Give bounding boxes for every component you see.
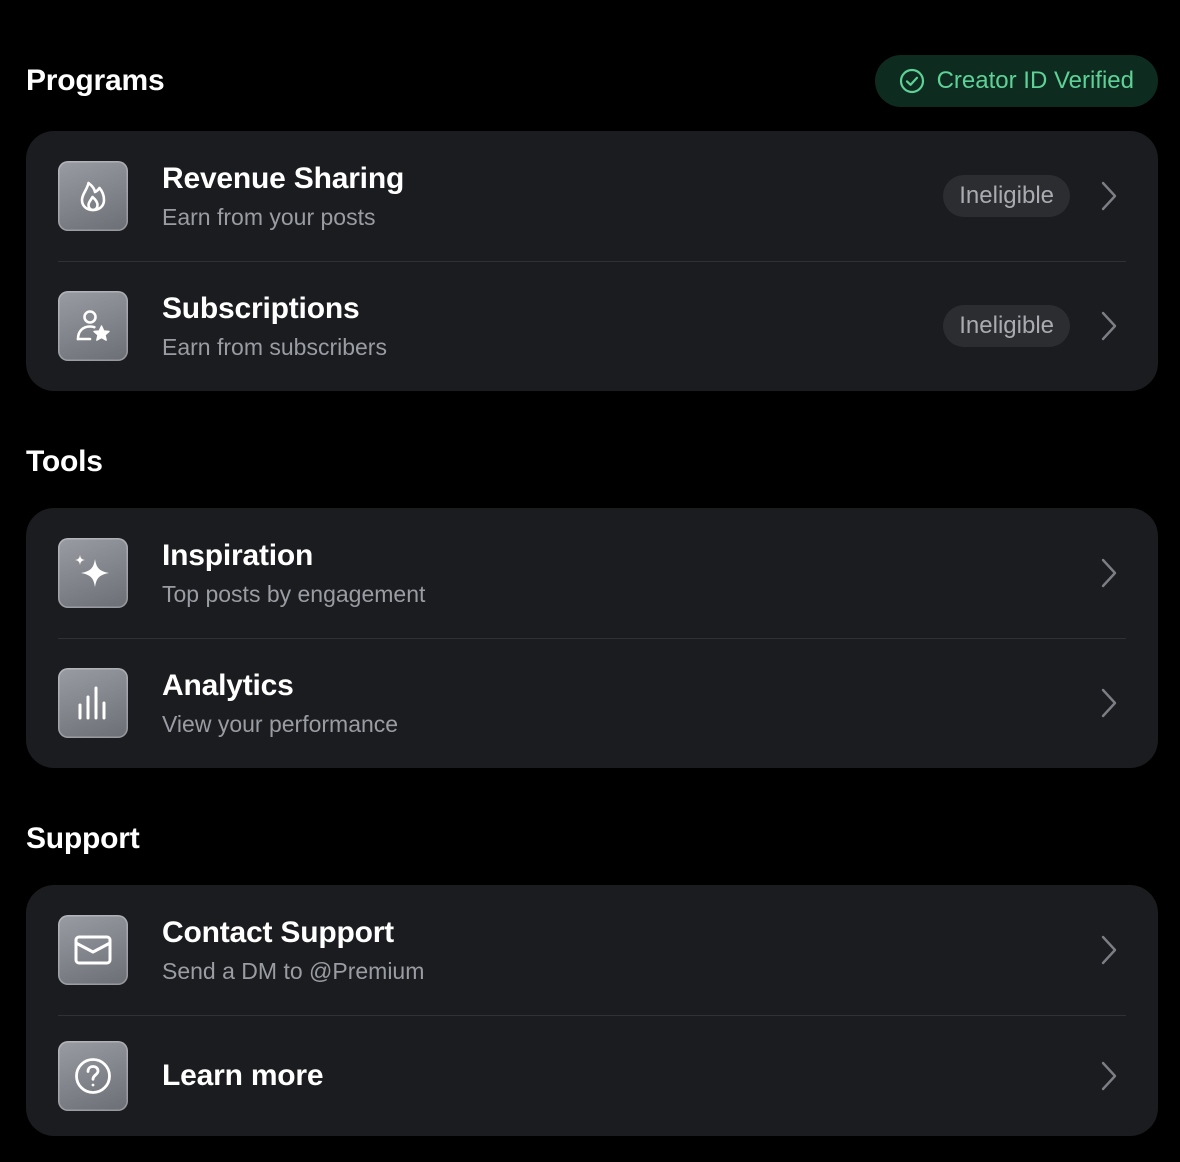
row-subtitle: View your performance bbox=[162, 710, 399, 737]
check-circle-icon bbox=[899, 68, 925, 94]
sparkle-icon bbox=[58, 538, 128, 608]
tools-header: Tools bbox=[26, 440, 1158, 484]
row-text: Learn more bbox=[162, 1058, 324, 1093]
row-inspiration[interactable]: Inspiration Top posts by engagement bbox=[26, 508, 1158, 638]
creator-id-verified-badge[interactable]: Creator ID Verified bbox=[874, 55, 1158, 107]
row-title: Subscriptions bbox=[162, 291, 360, 325]
chevron-right-icon bbox=[1100, 688, 1118, 718]
chevron-right-icon bbox=[1100, 181, 1118, 211]
question-circle-icon bbox=[58, 1040, 128, 1111]
row-subtitle: Top posts by engagement bbox=[162, 580, 426, 607]
creator-id-verified-label: Creator ID Verified bbox=[936, 67, 1134, 94]
flame-icon bbox=[58, 161, 128, 231]
section-title-programs: Programs bbox=[26, 64, 165, 97]
section-title-support: Support bbox=[26, 822, 140, 855]
row-subscriptions[interactable]: Subscriptions Earn from subscribers Inel… bbox=[26, 261, 1158, 391]
row-text: Contact Support Send a DM to @Premium bbox=[162, 916, 424, 985]
chevron-right-icon bbox=[1100, 935, 1118, 965]
chevron-right-icon bbox=[1100, 558, 1118, 588]
chevron-right-icon bbox=[1100, 311, 1118, 341]
row-text: Subscriptions Earn from subscribers bbox=[162, 292, 387, 361]
row-title: Learn more bbox=[162, 1058, 324, 1092]
status-badge: Ineligible bbox=[943, 175, 1070, 217]
support-header: Support bbox=[26, 817, 1158, 861]
row-subtitle: Earn from subscribers bbox=[162, 333, 387, 360]
row-text: Revenue Sharing Earn from your posts bbox=[162, 162, 404, 231]
row-subtitle: Earn from your posts bbox=[162, 203, 376, 230]
tools-card: Inspiration Top posts by engagement Anal… bbox=[26, 508, 1158, 768]
row-contact-support[interactable]: Contact Support Send a DM to @Premium bbox=[26, 885, 1158, 1015]
row-text: Analytics View your performance bbox=[162, 669, 398, 738]
support-card: Contact Support Send a DM to @Premium Le… bbox=[26, 885, 1158, 1136]
status-badge: Ineligible bbox=[943, 305, 1070, 347]
row-analytics[interactable]: Analytics View your performance bbox=[26, 638, 1158, 768]
row-text: Inspiration Top posts by engagement bbox=[162, 539, 425, 608]
programs-card: Revenue Sharing Earn from your posts Ine… bbox=[26, 131, 1158, 391]
person-star-icon bbox=[58, 291, 128, 361]
row-subtitle: Send a DM to @Premium bbox=[162, 957, 425, 984]
envelope-icon bbox=[58, 915, 128, 985]
row-title: Contact Support bbox=[162, 915, 394, 949]
row-learn-more[interactable]: Learn more bbox=[26, 1015, 1158, 1136]
row-title: Revenue Sharing bbox=[162, 161, 405, 195]
section-title-tools: Tools bbox=[26, 445, 103, 478]
programs-header: Programs Creator ID Verified bbox=[26, 55, 1158, 107]
row-revenue-sharing[interactable]: Revenue Sharing Earn from your posts Ine… bbox=[26, 131, 1158, 261]
bar-chart-icon bbox=[58, 668, 128, 738]
row-title: Analytics bbox=[162, 668, 294, 702]
chevron-right-icon bbox=[1100, 1061, 1118, 1091]
row-title: Inspiration bbox=[162, 538, 314, 572]
